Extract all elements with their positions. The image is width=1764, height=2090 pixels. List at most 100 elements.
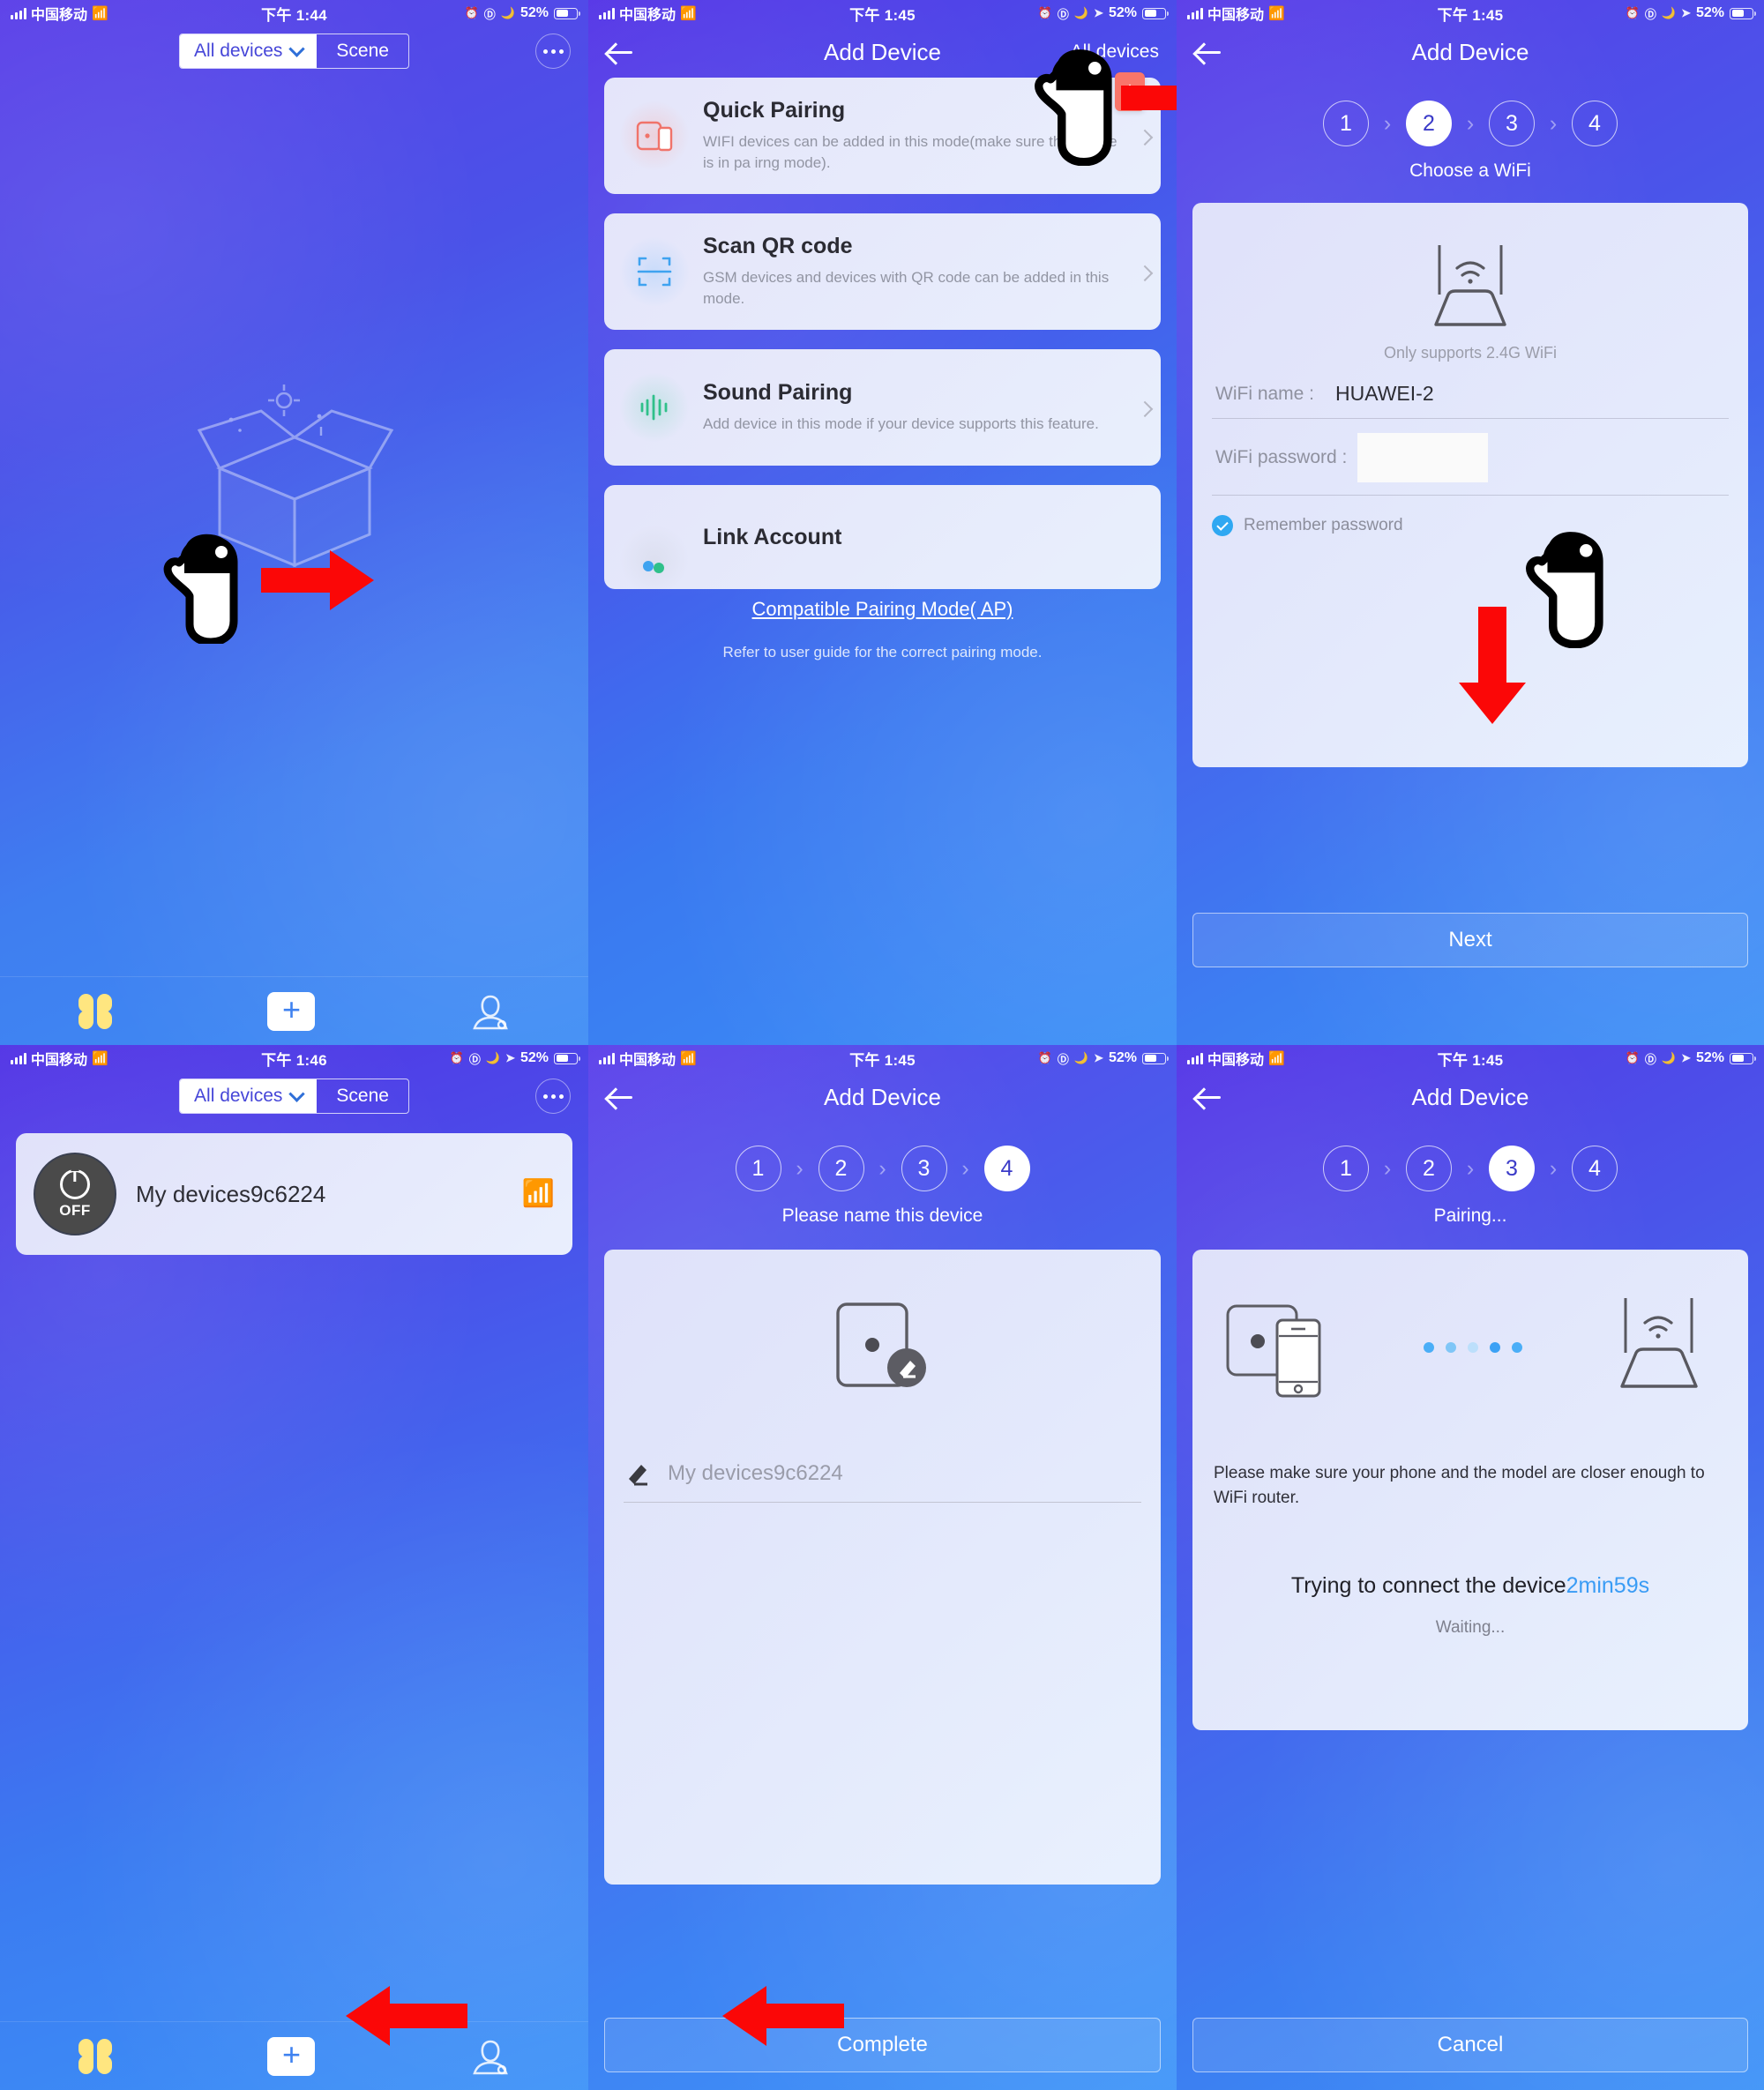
empty-box-illustration: [197, 384, 393, 580]
back-arrow-icon[interactable]: [606, 37, 636, 67]
all-devices-link[interactable]: All devices: [1071, 41, 1159, 63]
wifi-password-input[interactable]: [1357, 433, 1489, 482]
method-card-quick-pairing[interactable]: Quick Pairing WIFI devices can be added …: [604, 72, 1161, 194]
method-desc: Add device in this mode if your device s…: [703, 414, 1099, 432]
alarm-icon: ⏰: [1625, 6, 1640, 19]
carrier-label: 中国移动: [619, 1053, 676, 1068]
chevron-down-icon: [288, 40, 306, 57]
step-1: 1: [1323, 101, 1369, 146]
battery-icon: [554, 7, 581, 19]
complete-button[interactable]: Complete: [604, 2018, 1161, 2072]
segmented-control[interactable]: All devices Scene: [179, 1079, 409, 1114]
tab-all-devices[interactable]: All devices: [180, 1079, 318, 1113]
waiting-label: Waiting...: [1435, 1618, 1506, 1638]
bottom-tab-bar[interactable]: [0, 2021, 588, 2090]
moon-icon: 🌙: [500, 6, 515, 19]
step-3: 3: [1489, 101, 1535, 146]
clock-label: 下午 1:46: [261, 1051, 327, 1069]
cancel-button[interactable]: Cancel: [1192, 2018, 1748, 2072]
page-title: Add Device: [824, 1083, 941, 1110]
status-bar: 中国移动 📶 下午 1:45 ⏰ Ⓓ 🌙 ➤ 52%: [1177, 0, 1764, 26]
step-separator: ›: [961, 1155, 969, 1181]
method-card-link-account[interactable]: Link Account: [604, 485, 1161, 589]
battery-icon: [1142, 7, 1170, 19]
back-arrow-icon[interactable]: [1194, 37, 1224, 67]
clock-label: 下午 1:45: [849, 1051, 916, 1069]
step-indicator: 1 › 2 › 3 › 4: [1177, 101, 1764, 146]
method-desc: WIFI devices can be added in this mode(m…: [703, 132, 1117, 171]
device-phone-icon: [620, 101, 689, 170]
clock-label: 下午 1:45: [849, 6, 916, 24]
clock-label: 下午 1:45: [1437, 6, 1504, 24]
alarm-icon: ⏰: [464, 6, 479, 19]
checkbox-checked-icon[interactable]: [1212, 515, 1233, 536]
plus-icon[interactable]: [267, 991, 316, 1031]
plus-icon[interactable]: [267, 2036, 316, 2076]
remember-password-row[interactable]: Remember password: [1212, 496, 1729, 536]
tab-scene[interactable]: Scene: [317, 34, 408, 68]
moon-icon: 🌙: [1661, 1051, 1677, 1064]
moon-icon: 🌙: [1073, 6, 1089, 19]
compatible-pairing-link[interactable]: Compatible Pairing Mode( AP): [752, 598, 1013, 620]
power-toggle-button[interactable]: OFF: [34, 1153, 116, 1235]
step-1: 1: [735, 1146, 781, 1191]
wifi-icon: 📶: [680, 1050, 697, 1066]
location-icon: ➤: [1681, 1051, 1691, 1064]
device-name-input-row[interactable]: My devices9c6224: [624, 1459, 1141, 1503]
more-options-button[interactable]: [535, 1079, 571, 1114]
back-arrow-icon[interactable]: [606, 1082, 636, 1112]
step-1: 1: [1323, 1146, 1369, 1191]
step-2: 2: [818, 1146, 864, 1191]
flower-icon[interactable]: [78, 2038, 113, 2074]
moon-icon: 🌙: [1073, 1051, 1089, 1064]
panel-device-list: 中国移动 📶 下午 1:46 ⏰ Ⓓ 🌙 ➤ 52% All devices S…: [0, 1045, 588, 2090]
step-separator: ›: [878, 1155, 886, 1181]
carrier-label: 中国移动: [1207, 8, 1265, 23]
tab-all-devices[interactable]: All devices: [180, 34, 318, 68]
pairing-hint: Please make sure your phone and the mode…: [1214, 1464, 1705, 1507]
bottom-tab-bar[interactable]: [0, 976, 588, 1045]
method-title: Sound Pairing: [703, 379, 853, 405]
flower-icon[interactable]: [78, 993, 113, 1029]
step-4: 4: [983, 1146, 1030, 1191]
rotation-lock-icon: Ⓓ: [1644, 1052, 1656, 1066]
device-name-value: My devices9c6224: [668, 1461, 843, 1485]
countdown-timer: 2min59s: [1566, 1573, 1650, 1599]
nav-bar: Add Device All devices: [588, 26, 1177, 78]
nav-bar: Add Device: [1177, 26, 1764, 78]
battery-percent-label: 52%: [1695, 5, 1725, 20]
carrier-label: 中国移动: [619, 8, 676, 23]
wifi-password-row[interactable]: WiFi password :: [1212, 419, 1729, 496]
device-list-item[interactable]: OFF My devices9c6224 📶: [16, 1133, 572, 1255]
signal-bars-icon: [599, 1052, 615, 1064]
method-card-sound-pairing[interactable]: Sound Pairing Add device in this mode if…: [604, 349, 1161, 466]
segmented-control[interactable]: All devices Scene: [179, 34, 409, 69]
wifi-name-value: HUAWEI-2: [1335, 382, 1434, 405]
panel-home-empty: 中国移动 📶 下午 1:44 ⏰ Ⓓ 🌙 52% All devices Sce…: [0, 0, 588, 1045]
person-icon[interactable]: [470, 991, 511, 1032]
status-bar: 中国移动 📶 下午 1:46 ⏰ Ⓓ 🌙 ➤ 52%: [0, 1045, 588, 1071]
tab-scene[interactable]: Scene: [317, 1079, 408, 1113]
method-card-scan-qr[interactable]: Scan QR code GSM devices and devices wit…: [604, 213, 1161, 330]
star-icon[interactable]: [1115, 72, 1145, 111]
wifi-name-row[interactable]: WiFi name : HUAWEI-2: [1212, 368, 1729, 419]
rotation-lock-icon: Ⓓ: [483, 7, 496, 21]
pairing-illustration: [1214, 1276, 1727, 1405]
next-button[interactable]: Next: [1192, 913, 1748, 967]
tab-all-devices-label: All devices: [194, 41, 283, 61]
refer-hint: Refer to user guide for the correct pair…: [722, 644, 1043, 661]
carrier-label: 中国移动: [31, 1053, 88, 1068]
more-options-button[interactable]: [535, 34, 571, 69]
signal-bars-icon: [11, 7, 26, 19]
wifi-icon: 📶: [1268, 1050, 1285, 1066]
person-icon[interactable]: [470, 2036, 511, 2077]
alarm-icon: ⏰: [1037, 6, 1052, 19]
moon-icon: 🌙: [1661, 6, 1677, 19]
battery-icon: [1142, 1052, 1170, 1064]
device-phone-pair-icon: [1226, 1304, 1321, 1398]
trying-text: Trying to connect the device: [1290, 1573, 1566, 1599]
step-label: Choose a WiFi: [1409, 160, 1531, 181]
back-arrow-icon[interactable]: [1194, 1082, 1224, 1112]
rotation-lock-icon: Ⓓ: [468, 1052, 481, 1066]
signal-bars-icon: [1187, 7, 1203, 19]
